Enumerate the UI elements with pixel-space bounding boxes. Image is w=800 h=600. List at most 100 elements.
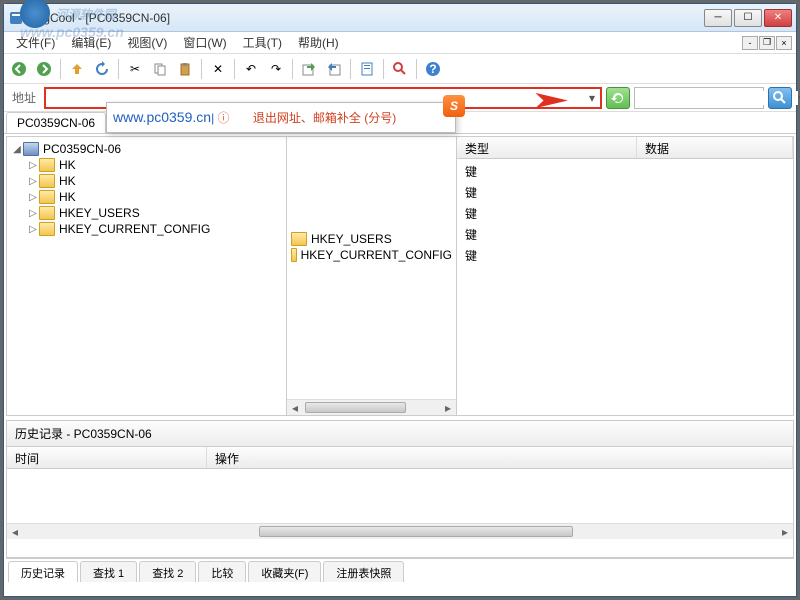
titlebar: RegCool - [PC0359CN-06] ─ ☐ ✕ (4, 4, 796, 32)
mdi-close[interactable]: × (776, 36, 792, 50)
highlight-arrow-icon: ➤ (530, 86, 570, 115)
minimize-button[interactable]: ─ (704, 9, 732, 27)
collapse-icon[interactable]: ◢ (11, 144, 23, 155)
history-title: 历史记录 - PC0359CN-06 (7, 421, 793, 447)
folder-icon (291, 232, 307, 246)
tree-root[interactable]: ◢ PC0359CN-06 (11, 141, 282, 157)
folder-icon (39, 158, 55, 172)
scroll-right-icon[interactable]: ▸ (440, 400, 456, 415)
tree-item[interactable]: ▷HKEY_CURRENT_CONFIG (27, 221, 282, 237)
grid-row[interactable]: 键 (457, 224, 793, 245)
history-header: 时间 操作 (7, 447, 793, 469)
export-icon[interactable] (298, 58, 320, 80)
tree-item[interactable]: ▷HK (27, 157, 282, 173)
btab-history[interactable]: 历史记录 (8, 561, 78, 582)
scroll-right-icon[interactable]: ▸ (777, 524, 793, 539)
history-section: 历史记录 - PC0359CN-06 时间 操作 ◂ ▸ (6, 420, 794, 558)
back-icon[interactable] (8, 58, 30, 80)
col-data[interactable]: 数据 (637, 137, 793, 158)
search-wrap: ▾ (634, 87, 764, 109)
menu-view[interactable]: 视图(V) (119, 32, 175, 53)
horizontal-scrollbar[interactable]: ◂ ▸ (7, 523, 793, 539)
tree-root-label: PC0359CN-06 (43, 142, 121, 156)
btab-snapshot[interactable]: 注册表快照 (323, 561, 404, 582)
delete-icon[interactable]: ✕ (207, 58, 229, 80)
cut-icon[interactable]: ✂ (124, 58, 146, 80)
grid-row[interactable]: 键 (457, 161, 793, 182)
col-action[interactable]: 操作 (207, 447, 793, 468)
expand-icon[interactable]: ▷ (27, 160, 39, 171)
values-grid: 类型 数据 键 键 键 键 键 (457, 137, 793, 415)
scroll-left-icon[interactable]: ◂ (7, 524, 23, 539)
list-pane: HKEY_USERS HKEY_CURRENT_CONFIG ◂ ▸ (287, 137, 457, 415)
btab-find2[interactable]: 查找 2 (139, 561, 196, 582)
tree-item[interactable]: ▷HKEY_USERS (27, 205, 282, 221)
col-time[interactable]: 时间 (7, 447, 207, 468)
grid-body: 键 键 键 键 键 (457, 159, 793, 415)
scroll-thumb[interactable] (305, 402, 406, 413)
content-area: ◢ PC0359CN-06 ▷HK ▷HK ▷HK ▷HKEY_USERS ▷H… (4, 134, 796, 596)
sogou-badge-icon: S (443, 95, 465, 117)
horizontal-scrollbar[interactable]: ◂ ▸ (287, 399, 456, 415)
mdi-controls: - ❐ × (742, 36, 792, 50)
grid-header: 类型 数据 (457, 137, 793, 159)
grid-row[interactable]: 键 (457, 203, 793, 224)
find-icon[interactable] (389, 58, 411, 80)
paste-icon[interactable] (174, 58, 196, 80)
grid-row[interactable]: 键 (457, 182, 793, 203)
tree-item[interactable]: ▷HK (27, 173, 282, 189)
mdi-minimize[interactable]: - (742, 36, 758, 50)
tree-item[interactable]: ▷HK (27, 189, 282, 205)
mdi-restore[interactable]: ❐ (759, 36, 775, 50)
expand-icon[interactable]: ▷ (27, 192, 39, 203)
copy-icon[interactable] (149, 58, 171, 80)
refresh-icon[interactable] (91, 58, 113, 80)
menu-file[interactable]: 文件(F) (8, 32, 63, 53)
redo-icon[interactable]: ↷ (265, 58, 287, 80)
window-title: RegCool - [PC0359CN-06] (28, 11, 704, 25)
scroll-left-icon[interactable]: ◂ (287, 400, 303, 415)
properties-icon[interactable] (356, 58, 378, 80)
autocomplete-hint: 退出网址、邮箱补全 (分号) (253, 111, 396, 125)
undo-icon[interactable]: ↶ (240, 58, 262, 80)
up-icon[interactable] (66, 58, 88, 80)
forward-icon[interactable] (33, 58, 55, 80)
maximize-button[interactable]: ☐ (734, 9, 762, 27)
help-icon[interactable]: ? (422, 58, 444, 80)
toolbar: ✂ ✕ ↶ ↷ ? (4, 54, 796, 84)
menu-help[interactable]: 帮助(H) (290, 32, 347, 53)
folder-icon (39, 222, 55, 236)
expand-icon[interactable]: ▷ (27, 176, 39, 187)
list-item[interactable]: HKEY_USERS (291, 231, 452, 247)
col-type[interactable]: 类型 (457, 137, 637, 158)
history-body: ◂ ▸ (7, 469, 793, 539)
close-button[interactable]: ✕ (764, 9, 792, 27)
scroll-thumb[interactable] (259, 526, 573, 537)
menu-edit[interactable]: 编辑(E) (63, 32, 119, 53)
address-dropdown-icon[interactable]: ▾ (584, 91, 600, 105)
import-icon[interactable] (323, 58, 345, 80)
grid-row[interactable]: 键 (457, 245, 793, 266)
computer-icon (23, 142, 39, 156)
main-panes: ◢ PC0359CN-06 ▷HK ▷HK ▷HK ▷HKEY_USERS ▷H… (6, 136, 794, 416)
main-window: RegCool - [PC0359CN-06] ─ ☐ ✕ 河源软件园 www.… (3, 3, 797, 597)
list-item[interactable]: HKEY_CURRENT_CONFIG (291, 247, 452, 263)
folder-icon (291, 248, 297, 262)
menu-tools[interactable]: 工具(T) (235, 32, 290, 53)
tab-main[interactable]: PC0359CN-06 (6, 112, 106, 133)
folder-icon (39, 206, 55, 220)
menubar: 文件(F) 编辑(E) 视图(V) 窗口(W) 工具(T) 帮助(H) - ❐ … (4, 32, 796, 54)
autocomplete-popup: www.pc0359.cn| ⓘ 退出网址、邮箱补全 (分号) S (106, 102, 456, 133)
btab-find1[interactable]: 查找 1 (80, 561, 137, 582)
expand-icon[interactable]: ▷ (27, 224, 39, 235)
tree-pane: ◢ PC0359CN-06 ▷HK ▷HK ▷HK ▷HKEY_USERS ▷H… (7, 137, 287, 415)
autocomplete-url[interactable]: www.pc0359.cn (113, 109, 211, 125)
address-label: 地址 (8, 89, 40, 106)
btab-fav[interactable]: 收藏夹(F) (248, 561, 321, 582)
search-button[interactable] (768, 87, 792, 109)
menu-window[interactable]: 窗口(W) (175, 32, 234, 53)
btab-compare[interactable]: 比较 (198, 561, 246, 582)
go-button[interactable] (606, 87, 630, 109)
expand-icon[interactable]: ▷ (27, 208, 39, 219)
svg-text:?: ? (429, 62, 436, 76)
